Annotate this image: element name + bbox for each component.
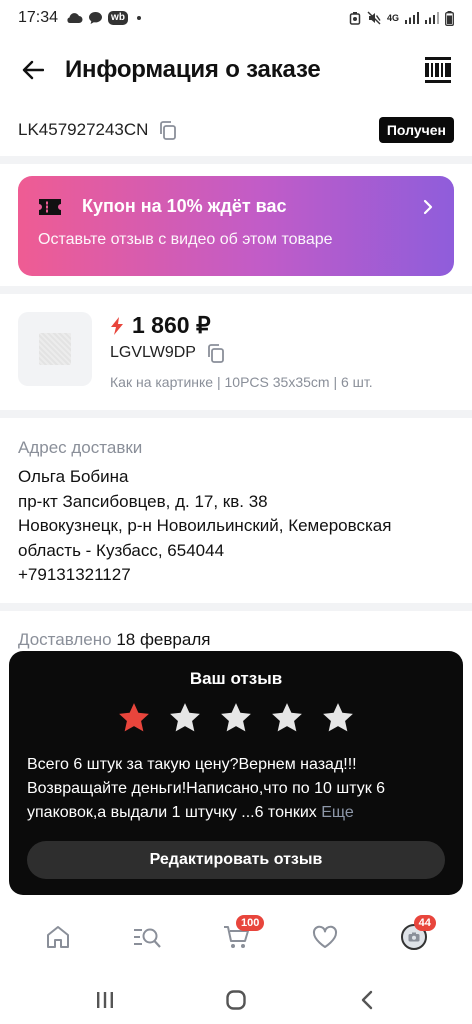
copy-icon xyxy=(208,344,224,363)
order-status-badge: Получен xyxy=(378,117,454,143)
delivery-address: Адрес доставки Ольга Бобина пр-кт Запсиб… xyxy=(18,438,454,588)
order-number: LK457927243CN xyxy=(18,120,149,139)
home-system-button[interactable] xyxy=(216,985,256,1015)
product-price: 1 860 ₽ xyxy=(132,312,211,338)
review-popup: Ваш отзыв Всего 6 штук за такую цену?Вер… xyxy=(9,651,463,895)
review-more-link[interactable]: Еще xyxy=(321,804,354,821)
top-app-bar: Информация о заказе xyxy=(0,42,472,98)
ticket-icon xyxy=(39,198,61,215)
status-time: 17:34 xyxy=(18,9,59,26)
catalog-search-icon xyxy=(134,928,161,948)
product-thumbnail[interactable] xyxy=(18,312,92,386)
network-type: 4G xyxy=(386,13,399,23)
rating-stars xyxy=(27,701,445,735)
product-image xyxy=(39,333,71,365)
recipient-name: Ольга Бобина xyxy=(18,467,129,486)
status-system-icons: 4G xyxy=(349,10,454,26)
address-street: пр-кт Запсибовцев, д. 17, кв. 38 xyxy=(18,491,268,511)
profile-count-badge: 44 xyxy=(413,915,436,931)
signal-icon xyxy=(405,12,419,24)
coupon-title: Купон на 10% ждёт вас xyxy=(82,196,287,216)
status-notification-icons: wb xyxy=(66,11,141,25)
heart-icon xyxy=(312,925,337,948)
barcode-icon xyxy=(425,57,451,83)
coupon-subtitle: Оставьте отзыв с видео об этом товаре xyxy=(38,231,333,248)
copy-sku-button[interactable] xyxy=(206,343,226,363)
lightning-icon xyxy=(111,316,123,335)
recent-apps-icon xyxy=(97,992,114,1008)
section-divider xyxy=(0,410,472,418)
nav-home[interactable] xyxy=(34,913,82,961)
review-text-block: Всего 6 штук за такую цену?Вернем назад!… xyxy=(27,753,445,825)
address-city-line-2: область - Кузбасс, 654044 xyxy=(18,540,225,560)
product-sku: LGVLW9DP xyxy=(110,344,196,361)
bottom-navigation: 100 44 xyxy=(0,905,472,969)
address-city-line-1: Новокузнецк, р-н Новоильинский, Кемеровс… xyxy=(18,516,392,535)
system-navigation-bar xyxy=(0,980,472,1020)
barcode-button[interactable] xyxy=(422,54,454,86)
status-bar: 17:34 wb 4G xyxy=(0,0,472,36)
review-title: Ваш отзыв xyxy=(189,669,283,688)
star-icon-2[interactable] xyxy=(168,701,202,735)
nav-profile[interactable]: 44 xyxy=(390,913,438,961)
copy-order-number-button[interactable] xyxy=(158,120,178,140)
coupon-banner[interactable]: Купон на 10% ждёт вас Оставьте отзыв с в… xyxy=(18,176,454,276)
chevron-left-icon xyxy=(361,990,372,1010)
nav-catalog-search[interactable] xyxy=(123,913,171,961)
copy-icon xyxy=(160,121,177,140)
delivered-label: Доставлено xyxy=(18,630,112,649)
signal-icon-2 xyxy=(425,12,439,24)
delivered-date: 18 февраля xyxy=(116,630,211,649)
recipient-phone: +79131321127 xyxy=(18,565,131,584)
section-divider xyxy=(0,286,472,294)
wb-app-icon: wb xyxy=(108,11,128,25)
star-icon-1[interactable] xyxy=(117,701,151,735)
section-divider xyxy=(0,156,472,164)
battery-icon xyxy=(445,10,454,26)
section-divider xyxy=(0,603,472,611)
camera-icon xyxy=(408,932,420,942)
product-card: 1 860 ₽ LGVLW9DP Как на картинке | 10PCS… xyxy=(18,312,454,402)
cloud-icon xyxy=(66,12,83,24)
back-system-button[interactable] xyxy=(347,985,387,1015)
recent-apps-button[interactable] xyxy=(85,985,125,1015)
nav-cart[interactable]: 100 xyxy=(212,913,265,961)
chat-bubble-icon xyxy=(88,11,103,25)
star-icon-3[interactable] xyxy=(219,701,253,735)
star-icon-4[interactable] xyxy=(270,701,304,735)
delivered-info: Доставлено 18 февраля xyxy=(18,630,210,650)
home-circle-icon xyxy=(226,990,246,1010)
nav-favorites[interactable] xyxy=(301,913,349,961)
product-variant: Как на картинке | 10PCS 35x35cm | 6 шт. xyxy=(110,374,373,390)
page-title: Информация о заказе xyxy=(65,56,321,83)
home-icon xyxy=(47,926,70,948)
back-button[interactable] xyxy=(18,55,48,85)
mute-icon xyxy=(367,11,381,25)
address-label: Адрес доставки xyxy=(18,438,143,457)
star-icon-5[interactable] xyxy=(321,701,355,735)
chevron-right-icon xyxy=(423,199,433,214)
more-notifications-dot xyxy=(136,16,141,20)
order-id-row: LK457927243CN Получен xyxy=(0,110,472,150)
cart-count-badge: 100 xyxy=(235,915,265,931)
arrow-left-icon xyxy=(22,60,44,80)
data-saver-icon xyxy=(349,11,361,25)
edit-review-button[interactable]: Редактировать отзыв xyxy=(27,841,445,879)
